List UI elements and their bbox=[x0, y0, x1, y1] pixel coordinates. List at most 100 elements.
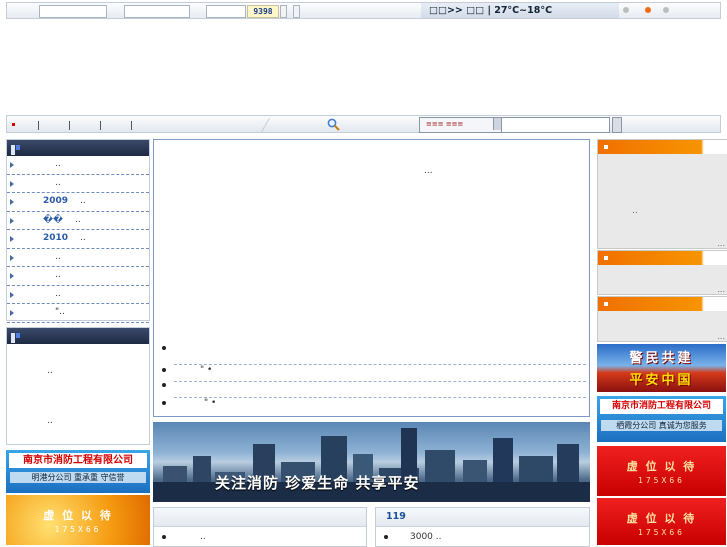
notice-item[interactable]: .. bbox=[47, 366, 53, 376]
left-list-item-label: ".. bbox=[43, 304, 65, 321]
left-box2-header bbox=[7, 328, 149, 344]
ad-nanjing-fire-company-right[interactable]: 南京市消防工程有限公司 栖霞分公司 真诚为您服务 bbox=[597, 396, 726, 442]
ad-company-slogan: 栖霞分公司 真诚为您服务 bbox=[601, 420, 722, 431]
center-news-box: ... " • " • bbox=[153, 139, 590, 417]
bullet-arrow-icon bbox=[10, 310, 14, 316]
ad-vacancy-title: 虚 位 以 待 bbox=[626, 512, 697, 525]
center-list-item[interactable]: " • bbox=[162, 398, 216, 408]
more-link[interactable]: ... bbox=[717, 332, 725, 341]
fire-safety-banner[interactable]: 关注消防 珍爱生命 共享平安 bbox=[153, 422, 590, 502]
center-list-item[interactable] bbox=[162, 380, 170, 390]
login-code-input[interactable] bbox=[206, 5, 246, 18]
ad-vacancy-size: 175X66 bbox=[638, 476, 685, 485]
box-title bbox=[154, 508, 366, 527]
ad-vacancy-red-2[interactable]: 虚 位 以 待 175X66 bbox=[597, 498, 726, 545]
bullet-arrow-icon bbox=[10, 291, 14, 298]
left-list-item[interactable]: .. bbox=[7, 267, 149, 286]
list-divider bbox=[174, 364, 586, 365]
right-box-3: ... bbox=[597, 296, 727, 342]
center-bottom-box-119: 119 3000 .. bbox=[375, 507, 590, 547]
ad-vacancy-size: 175X66 bbox=[54, 525, 102, 534]
nav-separator bbox=[100, 121, 101, 130]
left-list-item-text: ".. bbox=[55, 307, 65, 317]
search-category-select[interactable]: ≡≡≡ ≡≡≡ bbox=[419, 117, 506, 133]
banner-line-2: 平安中国 bbox=[629, 373, 694, 388]
left-notice-box: .. .. bbox=[6, 327, 150, 445]
left-list-item[interactable]: 2009.. bbox=[7, 193, 149, 212]
left-list-item-year: 2009 bbox=[43, 196, 69, 206]
right-box-header bbox=[598, 140, 727, 154]
visit-counter: 9398 bbox=[247, 5, 279, 18]
bullet-arrow-icon bbox=[10, 236, 14, 242]
more-link[interactable]: ... bbox=[717, 285, 725, 294]
bullet-arrow-icon bbox=[10, 199, 14, 205]
bullet-arrow-icon bbox=[10, 217, 14, 224]
ad-vacancy-title: 虚 位 以 待 bbox=[43, 509, 113, 522]
left-list-item[interactable]: 2010.. bbox=[7, 230, 149, 249]
center-list-item[interactable] bbox=[162, 343, 170, 353]
ad-company-name: 南京市消防工程有限公司 bbox=[600, 399, 723, 414]
left-list-item[interactable]: ��.. bbox=[7, 212, 149, 230]
search-input[interactable] bbox=[501, 117, 610, 133]
bullet-arrow-icon bbox=[10, 273, 14, 279]
left-list-item-text: .. bbox=[55, 251, 61, 262]
left-list-item[interactable]: ".. bbox=[7, 304, 149, 323]
ad-vacancy-orange[interactable]: 虚 位 以 待 175X66 bbox=[6, 495, 150, 545]
left-list-item[interactable]: .. bbox=[7, 249, 149, 267]
left-list-item-text: .. bbox=[55, 159, 61, 169]
search-button[interactable] bbox=[612, 117, 622, 133]
search-category-value: ≡≡≡ ≡≡≡ bbox=[426, 120, 464, 128]
nav-bar: ≡≡≡ ≡≡≡ bbox=[6, 115, 721, 133]
box-title: 119 bbox=[376, 508, 589, 527]
center-ellipsis: ... bbox=[424, 166, 433, 176]
left-list-item[interactable]: .. bbox=[7, 156, 149, 175]
left-list-item[interactable]: .. bbox=[7, 175, 149, 193]
nav-separator bbox=[38, 121, 39, 130]
list-divider bbox=[174, 397, 586, 398]
left-news-box: .... 2009.. ��.. 2010........ ".. bbox=[6, 139, 150, 323]
left-list-item-label: .. bbox=[43, 267, 61, 284]
nav-separator bbox=[69, 121, 70, 130]
banner-slogan: 关注消防 珍爱生命 共享平安 bbox=[215, 474, 420, 492]
left-list-item-text: .. bbox=[55, 177, 61, 188]
left-list-item-label: .. bbox=[43, 156, 61, 173]
ad-police-civil-banner[interactable]: 警民共建 平安中国 bbox=[597, 344, 726, 392]
right-box-2: ... bbox=[597, 250, 727, 295]
slide-dot-3[interactable] bbox=[663, 7, 669, 13]
left-list-item-year: �� bbox=[43, 214, 64, 225]
more-link[interactable]: ... bbox=[717, 239, 725, 248]
nav-divider bbox=[261, 117, 270, 133]
search-icon[interactable] bbox=[327, 118, 340, 131]
ad-vacancy-size: 175X66 bbox=[638, 528, 685, 537]
left-list-item-label: .. bbox=[43, 249, 61, 266]
ad-company-slogan: 明港分公司 重承重 守信誉 bbox=[10, 472, 146, 483]
login-button[interactable] bbox=[293, 5, 300, 18]
top-bar: 9398 □□>> □□ | 27°C~18°C bbox=[6, 2, 721, 19]
bullet-arrow-icon bbox=[10, 254, 14, 261]
header-squares-icon bbox=[11, 145, 25, 155]
ad-vacancy-red-1[interactable]: 虚 位 以 待 175X66 bbox=[597, 446, 726, 496]
list-item[interactable]: 3000 .. bbox=[384, 532, 442, 542]
white-square-icon bbox=[604, 302, 608, 306]
weather-info: □□>> □□ | 27°C~18°C bbox=[421, 3, 619, 18]
bullet-arrow-icon bbox=[10, 180, 14, 187]
slide-dot-2[interactable] bbox=[645, 7, 651, 13]
center-list-item[interactable]: " • bbox=[162, 365, 212, 375]
notice-item[interactable]: .. bbox=[47, 416, 53, 426]
login-username-input[interactable] bbox=[39, 5, 107, 18]
left-list-item-text: .. bbox=[75, 214, 81, 225]
header-squares-icon bbox=[11, 333, 25, 343]
left-list-item-label: 2010.. bbox=[43, 230, 86, 247]
right-box-text[interactable]: .. bbox=[632, 206, 638, 216]
slide-dot-1[interactable] bbox=[623, 7, 629, 13]
red-square-icon bbox=[12, 123, 15, 126]
ad-nanjing-fire-company[interactable]: 南京市消防工程有限公司 明港分公司 重承重 守信誉 bbox=[6, 450, 150, 493]
list-divider bbox=[174, 381, 586, 382]
ad-vacancy-title: 虚 位 以 待 bbox=[626, 460, 697, 473]
left-list-item[interactable]: .. bbox=[7, 286, 149, 304]
list-item[interactable]: .. bbox=[162, 532, 206, 542]
login-password-input[interactable] bbox=[124, 5, 190, 18]
white-square-icon bbox=[604, 256, 608, 260]
center-bottom-box-1: .. bbox=[153, 507, 367, 547]
left-list-item-label: .. bbox=[43, 286, 61, 303]
